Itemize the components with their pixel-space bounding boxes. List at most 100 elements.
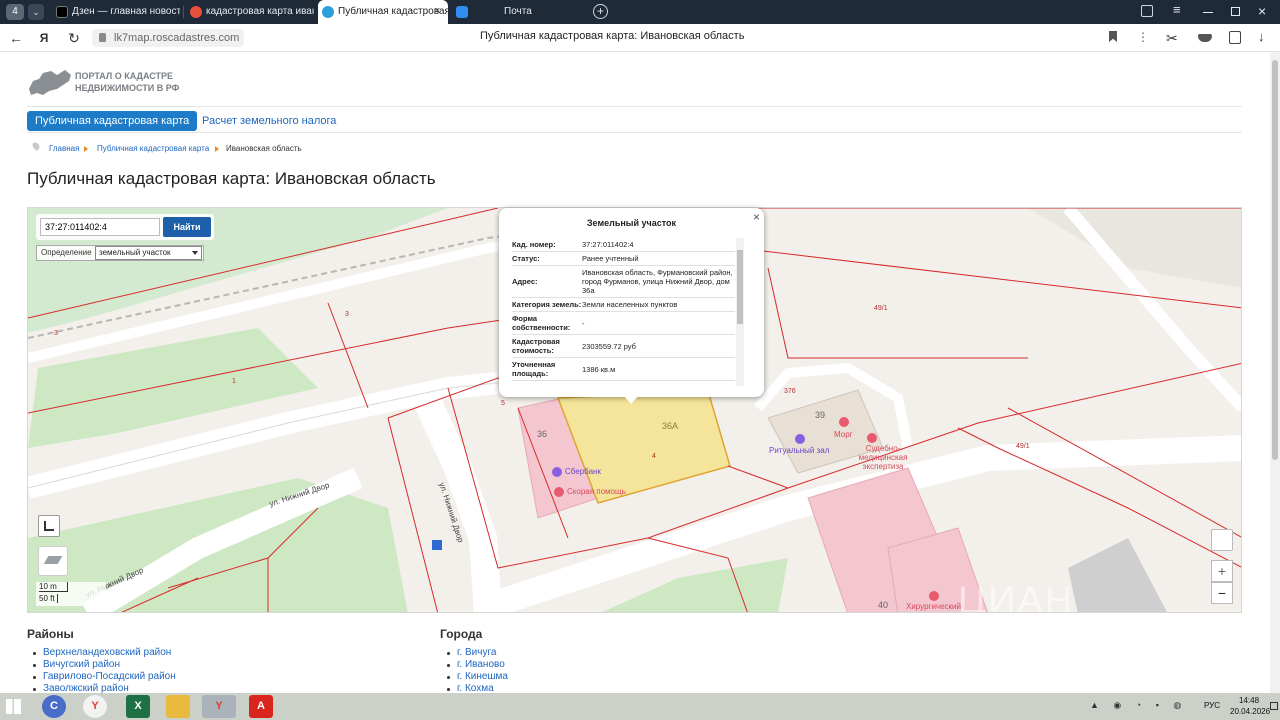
map-option-button[interactable] — [1211, 529, 1233, 551]
yandex-browser-active-icon[interactable]: Y — [202, 695, 236, 718]
tab-cadastral-map[interactable]: Публичная кадастровая — [318, 0, 448, 24]
logo-text-line1: ПОРТАЛ О КАДАСТРЕ — [75, 71, 174, 81]
field-key: Категория земель: — [512, 297, 582, 312]
parcel-label: 3 — [54, 330, 58, 337]
notifications-icon[interactable] — [1270, 702, 1278, 710]
tab-search[interactable]: кадастровая карта ивановс — [186, 0, 314, 24]
region-link[interactable]: Гаврилово-Посадский район — [43, 671, 176, 682]
share-icon[interactable] — [1229, 31, 1241, 44]
mode-label: Определение — [41, 248, 92, 257]
close-tab-icon[interactable]: × — [434, 5, 440, 17]
page-scroll-thumb[interactable] — [1272, 60, 1278, 460]
menu-cadastral-map[interactable]: Публичная кадастровая карта — [27, 111, 198, 131]
minimize-icon[interactable] — [1203, 12, 1213, 13]
downloads-icon[interactable]: ↓ — [1258, 29, 1265, 44]
yandex-browser-icon[interactable]: Y — [83, 695, 107, 718]
bookmark-icon[interactable] — [1109, 31, 1117, 42]
tabs-counter[interactable]: 4 — [6, 4, 24, 20]
tab-label: Почта — [504, 6, 532, 17]
lock-icon — [99, 33, 106, 42]
reload-icon[interactable]: ↻ — [64, 28, 84, 48]
site-logo[interactable]: ПОРТАЛ О КАДАСТРЕ НЕДВИЖИМОСТИ В РФ — [27, 66, 197, 100]
clock-time[interactable]: 14:48 — [1239, 696, 1259, 705]
list-item[interactable]: Заволжский район — [27, 683, 176, 693]
acrobat-icon[interactable]: A — [249, 695, 273, 718]
list-item[interactable]: г. Кохма — [441, 683, 508, 693]
menu-land-tax[interactable]: Расчет земельного налога — [194, 111, 344, 131]
fullscreen-button[interactable] — [38, 515, 60, 537]
layers-button[interactable] — [38, 546, 68, 576]
mail-icon — [456, 6, 468, 18]
excel-icon[interactable]: X — [126, 695, 150, 718]
poi-label: Судебно-медицинская экспертиза — [858, 444, 908, 471]
popup-scrollbar[interactable] — [736, 238, 744, 386]
list-item[interactable]: Верхнеландеховский район — [27, 647, 176, 659]
back-icon[interactable]: ← — [6, 28, 26, 48]
parcel-label: 4 — [652, 453, 656, 460]
list-item[interactable]: г. Кинешма — [441, 671, 508, 683]
city-link[interactable]: г. Кохма — [457, 683, 494, 693]
breadcrumb-current: Ивановская область — [226, 144, 302, 153]
field-key: Статус: — [512, 251, 582, 266]
list-item[interactable]: г. Вичуга — [441, 647, 508, 659]
menu-icon[interactable]: ≡ — [1173, 2, 1181, 17]
table-row: Кадастровая стоимость: 2303559.72 руб — [512, 334, 735, 358]
region-link[interactable]: Верхнеландеховский район — [43, 647, 171, 658]
list-item[interactable]: г. Иваново — [441, 659, 508, 671]
search-button[interactable]: Найти — [163, 217, 211, 237]
field-key: Форма собственности: — [512, 311, 582, 335]
url-field[interactable]: lk7map.roscadastres.com — [92, 29, 244, 47]
maximize-icon[interactable] — [1231, 7, 1240, 16]
close-popup-icon[interactable]: × — [753, 210, 760, 224]
close-window-icon[interactable]: × — [1258, 3, 1266, 19]
windows-start-icon[interactable] — [6, 699, 21, 714]
tray-icons[interactable]: ▲ ◉ ◔ ▪ ◍ — [1090, 700, 1190, 712]
list-item[interactable]: Вичугский район — [27, 659, 176, 671]
location-pin-icon — [31, 141, 41, 151]
zoom-out-button[interactable]: − — [1211, 582, 1233, 604]
dzen-icon — [56, 6, 68, 18]
breadcrumb-home[interactable]: Главная — [49, 144, 79, 153]
region-link[interactable]: Вичугский район — [43, 659, 120, 670]
regions-list: Верхнеландеховский район Вичугский район… — [27, 647, 176, 693]
logo-text-line2: НЕДВИЖИМОСТИ В РФ — [75, 83, 180, 93]
parcel-info-table: Кад. номер: 37:27:011402:4 Статус: Ранее у… — [512, 238, 735, 381]
city-link[interactable]: г. Кинешма — [457, 671, 508, 682]
table-row: Уточненная площадь: 1386 кв.м — [512, 357, 735, 381]
tabs-dropdown-icon[interactable]: ⌄ — [28, 4, 44, 20]
poi-label: Хирургический — [906, 602, 961, 611]
yandex-home-icon[interactable]: Я — [34, 28, 54, 48]
list-item[interactable]: Гаврилово-Посадский район — [27, 671, 176, 683]
popup-scroll-thumb[interactable] — [737, 250, 743, 324]
fullscreen-icon — [44, 521, 54, 531]
tab-mail[interactable]: Почта — [452, 0, 584, 24]
more-icon[interactable]: ⋮ — [1137, 30, 1149, 44]
breadcrumb-map[interactable]: Публичная кадастровая карта — [97, 144, 209, 153]
city-link[interactable]: г. Вичуга — [457, 647, 496, 658]
field-key: Адрес: — [512, 265, 582, 298]
web-page: ПОРТАЛ О КАДАСТРЕ НЕДВИЖИМОСТИ В РФ Публ… — [0, 52, 1270, 693]
clock-date[interactable]: 20.04.2026 — [1230, 707, 1270, 716]
layers-icon — [43, 556, 63, 564]
tab-dzen[interactable]: Дзен — главная новостная — [52, 0, 180, 24]
mode-select[interactable]: земельный участок — [95, 246, 202, 260]
new-tab-button[interactable]: + — [593, 4, 608, 19]
extension-icon[interactable]: ✂ — [1166, 31, 1178, 45]
file-explorer-icon[interactable] — [166, 695, 190, 718]
parcel-label: 3 — [345, 311, 349, 318]
app-icon-c[interactable]: C — [42, 695, 66, 718]
tab-label: Дзен — главная новостная — [72, 6, 180, 17]
poi-label: Ритуальный зал — [769, 446, 830, 455]
region-link[interactable]: Заволжский район — [43, 683, 129, 693]
collections-icon[interactable] — [1141, 5, 1153, 17]
keyboard-language[interactable]: РУС — [1204, 701, 1220, 710]
download-ext-icon[interactable] — [1198, 34, 1212, 42]
parcel-label: 49/1 — [1016, 443, 1030, 450]
address-bar: ← Я ↻ lk7map.roscadastres.com Публичная … — [0, 24, 1280, 52]
mode-select-value: земельный участок — [99, 248, 171, 257]
zoom-in-button[interactable]: + — [1211, 560, 1233, 582]
field-value: Ранее учтенный — [582, 251, 735, 266]
tab-label: кадастровая карта ивановс — [206, 6, 314, 17]
city-link[interactable]: г. Иваново — [457, 659, 505, 670]
cadastral-search-input[interactable] — [40, 218, 160, 236]
